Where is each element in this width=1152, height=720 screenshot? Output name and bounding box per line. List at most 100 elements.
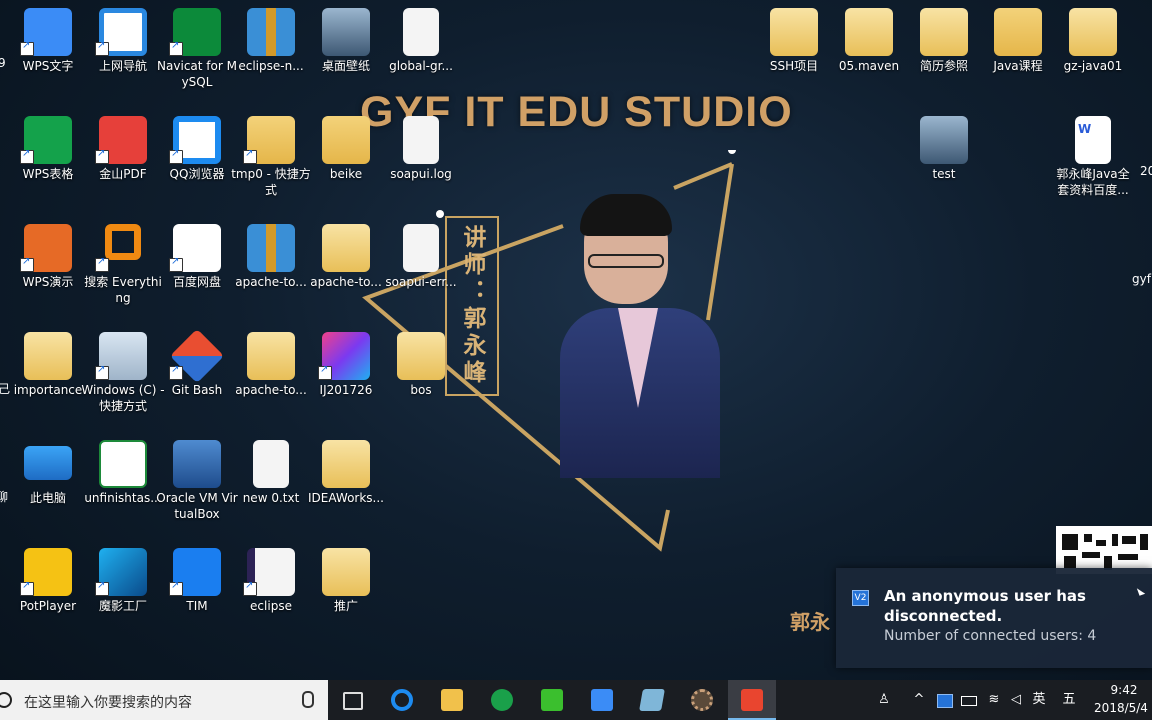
search-icon	[105, 224, 141, 260]
camtasia-icon	[541, 689, 563, 711]
edge-fragment: 聊	[0, 490, 9, 504]
desktop-icon-importance[interactable]: importance	[10, 328, 86, 432]
desktop-icon-resume[interactable]: 简历参照	[906, 4, 982, 108]
desktop-icon-maven[interactable]: 05.maven	[831, 4, 907, 108]
battery-icon[interactable]	[958, 680, 980, 720]
presenter-name: 郭永	[790, 610, 830, 634]
desktop-icon-apache-folder[interactable]: apache-to...	[308, 220, 384, 324]
picture-folder-icon	[920, 116, 968, 164]
show-hidden-icons-icon[interactable]: ^	[908, 680, 930, 720]
notification-title: An anonymous user has disconnected.	[884, 587, 1086, 625]
taskbar-camtasia-recorder[interactable]	[728, 680, 776, 720]
desktop-icon-beike[interactable]: beike	[308, 112, 384, 216]
desktop-icon-unfinishtask[interactable]: unfinishtas...	[84, 436, 162, 540]
desktop-icon-tmp0[interactable]: tmp0 - 快捷方式	[231, 112, 311, 216]
desktop-icon-ssh-project[interactable]: SSH项目	[756, 4, 832, 108]
desktop-icon-soapui-log[interactable]: soapui.log	[383, 112, 459, 216]
desktop-icon-wps-spreadsheet[interactable]: WPS表格	[10, 112, 86, 216]
desktop-icon-java-course[interactable]: Java课程	[980, 4, 1056, 108]
taskbar-qq-browser[interactable]	[378, 680, 426, 720]
folder-icon	[1069, 8, 1117, 56]
qq-browser-icon	[391, 689, 413, 711]
desktop-icon-gz-java01[interactable]: gz-java01	[1055, 4, 1131, 108]
folder-icon	[994, 8, 1042, 56]
desktop-icon-global-gr[interactable]: global-gr...	[383, 4, 459, 108]
desktop-icon-web-nav[interactable]: 上网导航	[85, 4, 161, 108]
desktop-icon-baidu-netdisk[interactable]: 百度网盘	[159, 220, 235, 324]
desktop-icon-eclipse[interactable]: eclipse	[233, 544, 309, 648]
taskbar-search[interactable]: 在这里输入你要搜索的内容	[0, 680, 328, 720]
ime-mode[interactable]: 五	[1058, 680, 1080, 720]
computer-icon	[24, 446, 72, 480]
folder-icon	[397, 332, 445, 380]
desktop-icon-new-txt[interactable]: new 0.txt	[233, 436, 309, 540]
vnc-icon: V2	[852, 590, 869, 606]
desktop-icon-wps-presentation[interactable]: WPS演示	[10, 220, 86, 324]
desktop-icon-this-pc[interactable]: 此电脑	[10, 436, 86, 540]
zip-icon	[247, 224, 295, 272]
taskbar: 在这里输入你要搜索的内容 ♙ ^ ≋ ◁ 英 五 9:42 2018/5/4	[0, 680, 1152, 720]
desktop-icon-potplayer[interactable]: PotPlayer	[10, 544, 86, 648]
zip-icon	[247, 8, 295, 56]
taskbar-navicat[interactable]	[478, 680, 526, 720]
desktop-icon-promotion[interactable]: 推广	[308, 544, 384, 648]
excel-icon	[99, 440, 147, 488]
desktop-icon-java-materials[interactable]: 郭永峰Java全套资料百度...	[1055, 112, 1131, 216]
desktop-icon-soapui-err[interactable]: soapui-err...	[383, 220, 459, 324]
folder-icon	[322, 548, 370, 596]
taskbar-file-explorer[interactable]	[428, 680, 476, 720]
file-icon	[253, 440, 289, 488]
clock-time[interactable]: 9:42	[1100, 683, 1148, 697]
desktop-icon-navicat[interactable]: Navicat for MySQL	[157, 4, 237, 108]
notification-toast[interactable]: V2 An anonymous user has disconnected. N…	[836, 568, 1152, 668]
folder-icon	[322, 440, 370, 488]
people-icon[interactable]: ♙	[870, 680, 898, 720]
settings-gear-icon	[691, 689, 713, 711]
microphone-icon[interactable]	[302, 691, 314, 708]
notification-body: Number of connected users: 4	[884, 628, 1097, 644]
desktop-icon-test[interactable]: test	[906, 112, 982, 216]
desktop-icon-tim[interactable]: TIM	[159, 544, 235, 648]
clock-date[interactable]: 2018/5/4	[1090, 701, 1152, 715]
desktop-icon-eclipse-zip[interactable]: eclipse-n...	[233, 4, 309, 108]
edge-fragment: 己	[0, 382, 11, 396]
task-view-button[interactable]	[328, 680, 376, 720]
wps-writer-icon	[591, 689, 613, 711]
wifi-icon[interactable]: ≋	[984, 680, 1004, 720]
desktop-icon-pdf[interactable]: 金山PDF	[85, 112, 161, 216]
taskbar-camtasia[interactable]	[528, 680, 576, 720]
desktop-icon-wps-writer[interactable]: WPS文字	[10, 4, 86, 108]
desktop-icon-apache-folder-2[interactable]: apache-to...	[233, 328, 309, 432]
vnc-tray-icon[interactable]	[934, 680, 954, 720]
desktop-icon-ideaworks[interactable]: IDEAWorks...	[308, 436, 384, 540]
desktop-icon-movie-factory[interactable]: 魔影工厂	[85, 544, 161, 648]
edge-fragment: 9	[0, 56, 6, 70]
folder-icon	[322, 116, 370, 164]
task-view-icon	[343, 692, 363, 710]
volume-icon[interactable]: ◁	[1006, 680, 1026, 720]
file-icon	[403, 116, 439, 164]
edge-fragment: 20	[1140, 164, 1152, 178]
folder-icon	[920, 8, 968, 56]
desktop-icon-qq-browser[interactable]: QQ浏览器	[159, 112, 235, 216]
desktop-icon-virtualbox[interactable]: Oracle VM VirtualBox	[156, 436, 238, 540]
input-language[interactable]: 英	[1028, 680, 1050, 720]
folder-icon	[24, 332, 72, 380]
word-icon	[1075, 116, 1111, 164]
desktop-icon-intellij[interactable]: IJ201726	[308, 328, 384, 432]
desktop-icon-bos[interactable]: bos	[383, 328, 459, 432]
desktop-icon-everything[interactable]: 搜索 Everything	[84, 220, 162, 324]
presenter-photo	[560, 190, 720, 478]
folder-icon	[322, 224, 370, 272]
file-icon	[403, 8, 439, 56]
folder-icon	[247, 332, 295, 380]
desktop-icon-windows-c[interactable]: Windows (C) - 快捷方式	[81, 328, 165, 432]
taskbar-wps-writer[interactable]	[578, 680, 626, 720]
desktop-icon-apache-zip[interactable]: apache-to...	[233, 220, 309, 324]
file-icon	[403, 224, 439, 272]
taskbar-settings[interactable]	[678, 680, 726, 720]
taskbar-virtualbox[interactable]	[628, 680, 676, 720]
desktop-icon-wallpaper[interactable]: 桌面壁纸	[308, 4, 384, 108]
desktop-icon-git-bash[interactable]: Git Bash	[159, 328, 235, 432]
desktop: GYF IT EDU STUDIO 讲师：郭永峰 郭永 WPS文字	[0, 0, 1152, 680]
